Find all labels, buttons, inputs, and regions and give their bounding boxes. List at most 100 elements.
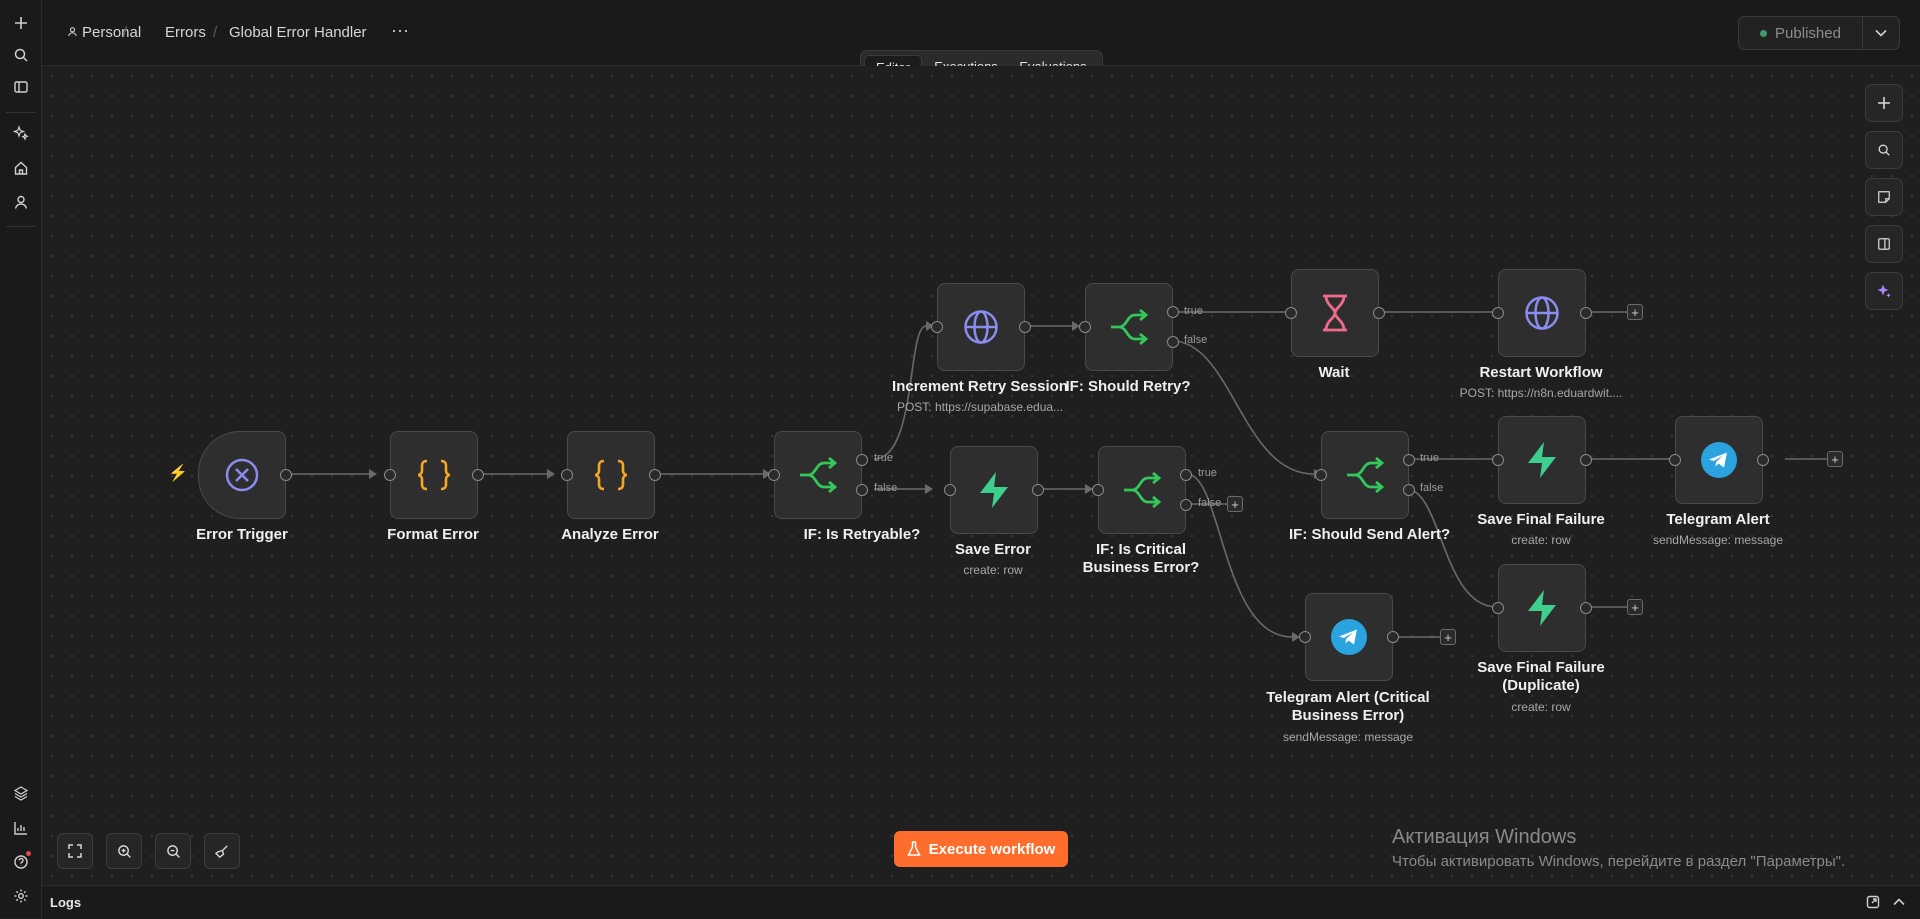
more-options-button[interactable]: ··· bbox=[388, 20, 412, 44]
output-handle[interactable] bbox=[280, 469, 292, 481]
zoom-out-button[interactable] bbox=[155, 833, 191, 869]
node-wait[interactable] bbox=[1285, 269, 1385, 357]
user-icon[interactable] bbox=[8, 189, 34, 215]
add-node-button[interactable]: + bbox=[1827, 451, 1843, 467]
zoom-out-icon bbox=[166, 844, 180, 858]
input-handle[interactable] bbox=[1315, 469, 1327, 481]
node-if-should-send-alert[interactable] bbox=[1315, 431, 1415, 519]
node-increment-retry-session[interactable] bbox=[931, 283, 1031, 371]
plus-icon bbox=[1878, 97, 1890, 109]
false-output-handle[interactable] bbox=[856, 484, 868, 496]
watermark-title: Активация Windows bbox=[1392, 826, 1577, 848]
output-handle[interactable] bbox=[1032, 484, 1044, 496]
output-handle[interactable] bbox=[472, 469, 484, 481]
output-handle[interactable] bbox=[649, 469, 661, 481]
input-handle[interactable] bbox=[1492, 454, 1504, 466]
node-format-error[interactable] bbox=[384, 431, 484, 519]
node-save-final-failure-duplicate[interactable] bbox=[1492, 564, 1592, 652]
sidebar-toggle-icon[interactable] bbox=[8, 74, 34, 100]
input-handle[interactable] bbox=[944, 484, 956, 496]
add-node-button[interactable]: + bbox=[1227, 496, 1243, 512]
settings-icon[interactable] bbox=[8, 883, 34, 909]
input-handle[interactable] bbox=[561, 469, 573, 481]
publish-control: Published bbox=[1738, 16, 1900, 50]
input-handle[interactable] bbox=[1079, 321, 1091, 333]
input-handle[interactable] bbox=[1285, 307, 1297, 319]
help-icon[interactable] bbox=[8, 849, 34, 875]
breadcrumb-folder[interactable]: Errors bbox=[165, 24, 206, 41]
zoom-in-button[interactable] bbox=[106, 833, 142, 869]
node-title: Analyze Error bbox=[561, 526, 659, 543]
insights-icon[interactable] bbox=[8, 815, 34, 841]
fit-view-button[interactable] bbox=[57, 833, 93, 869]
input-handle[interactable] bbox=[931, 321, 943, 333]
true-output-handle[interactable] bbox=[1167, 306, 1179, 318]
search-icon bbox=[1878, 144, 1890, 156]
output-handle[interactable] bbox=[1757, 454, 1769, 466]
node-title: Restart Workflow bbox=[1479, 364, 1603, 381]
node-save-final-failure[interactable] bbox=[1492, 416, 1592, 504]
output-handle[interactable] bbox=[1387, 631, 1399, 643]
published-button[interactable]: Published bbox=[1739, 17, 1863, 49]
sparkles-icon[interactable] bbox=[8, 120, 34, 146]
true-output-handle[interactable] bbox=[856, 454, 868, 466]
panel-toggle-button[interactable] bbox=[1865, 225, 1903, 263]
windows-activation-watermark: Активация Windows Чтобы активировать Win… bbox=[1392, 826, 1845, 870]
node-telegram-alert-critical[interactable] bbox=[1299, 593, 1399, 681]
node-subtitle: sendMessage: message bbox=[1282, 730, 1414, 744]
node-telegram-alert[interactable] bbox=[1669, 416, 1769, 504]
false-output-handle[interactable] bbox=[1167, 336, 1179, 348]
node-title: Save Final Failure (Duplicate) bbox=[1477, 659, 1605, 694]
output-handle[interactable] bbox=[1580, 602, 1592, 614]
output-handle[interactable] bbox=[1580, 454, 1592, 466]
add-node-panel-button[interactable] bbox=[1865, 84, 1903, 122]
flask-icon bbox=[906, 841, 921, 856]
add-icon[interactable] bbox=[8, 10, 34, 36]
note-icon bbox=[1878, 191, 1890, 203]
node-error-trigger[interactable] bbox=[198, 431, 292, 519]
false-output-handle[interactable] bbox=[1180, 499, 1192, 511]
sticky-note-button[interactable] bbox=[1865, 178, 1903, 216]
node-analyze-error[interactable] bbox=[561, 431, 661, 519]
input-handle[interactable] bbox=[768, 469, 780, 481]
code-braces-icon bbox=[594, 459, 628, 491]
output-handle[interactable] bbox=[1019, 321, 1031, 333]
home-icon[interactable] bbox=[8, 155, 34, 181]
templates-icon[interactable] bbox=[8, 780, 34, 806]
chevron-up-icon[interactable] bbox=[1890, 893, 1908, 911]
input-handle[interactable] bbox=[1492, 602, 1504, 614]
breadcrumb-workflow-name[interactable]: Global Error Handler bbox=[229, 24, 367, 41]
breadcrumb-project[interactable]: Personal bbox=[67, 24, 141, 41]
execute-workflow-button[interactable]: Execute workflow bbox=[894, 831, 1068, 867]
node-title: Format Error bbox=[387, 526, 479, 543]
input-handle[interactable] bbox=[1492, 307, 1504, 319]
add-node-button[interactable]: + bbox=[1440, 629, 1456, 645]
workflow-canvas[interactable]: ⚡ Error Trigger Format Error Analyze Err… bbox=[42, 66, 1920, 884]
hourglass-icon bbox=[1323, 294, 1347, 332]
add-node-button[interactable]: + bbox=[1627, 599, 1643, 615]
search-icon[interactable] bbox=[8, 42, 34, 68]
output-handle[interactable] bbox=[1580, 307, 1592, 319]
input-handle[interactable] bbox=[1299, 631, 1311, 643]
node-if-should-retry[interactable] bbox=[1079, 283, 1179, 371]
if-branch-icon bbox=[1111, 309, 1149, 345]
logs-panel-bar[interactable]: Logs bbox=[42, 885, 1920, 919]
node-save-error[interactable] bbox=[944, 446, 1044, 534]
tidy-up-button[interactable] bbox=[204, 833, 240, 869]
node-if-critical-business-error[interactable] bbox=[1092, 446, 1192, 534]
search-nodes-button[interactable] bbox=[1865, 131, 1903, 169]
node-if-is-retryable[interactable] bbox=[768, 431, 868, 519]
add-node-button[interactable]: + bbox=[1627, 304, 1643, 320]
chevron-down-icon[interactable] bbox=[1863, 17, 1899, 49]
ai-assistant-button[interactable] bbox=[1865, 272, 1903, 310]
true-output-handle[interactable] bbox=[1403, 454, 1415, 466]
input-handle[interactable] bbox=[384, 469, 396, 481]
pop-out-icon[interactable] bbox=[1864, 893, 1882, 911]
output-handle[interactable] bbox=[1373, 307, 1385, 319]
false-output-handle[interactable] bbox=[1403, 484, 1415, 496]
input-handle[interactable] bbox=[1669, 454, 1681, 466]
if-branch-icon bbox=[1124, 472, 1162, 508]
true-output-handle[interactable] bbox=[1180, 469, 1192, 481]
input-handle[interactable] bbox=[1092, 484, 1104, 496]
node-restart-workflow[interactable] bbox=[1492, 269, 1592, 357]
